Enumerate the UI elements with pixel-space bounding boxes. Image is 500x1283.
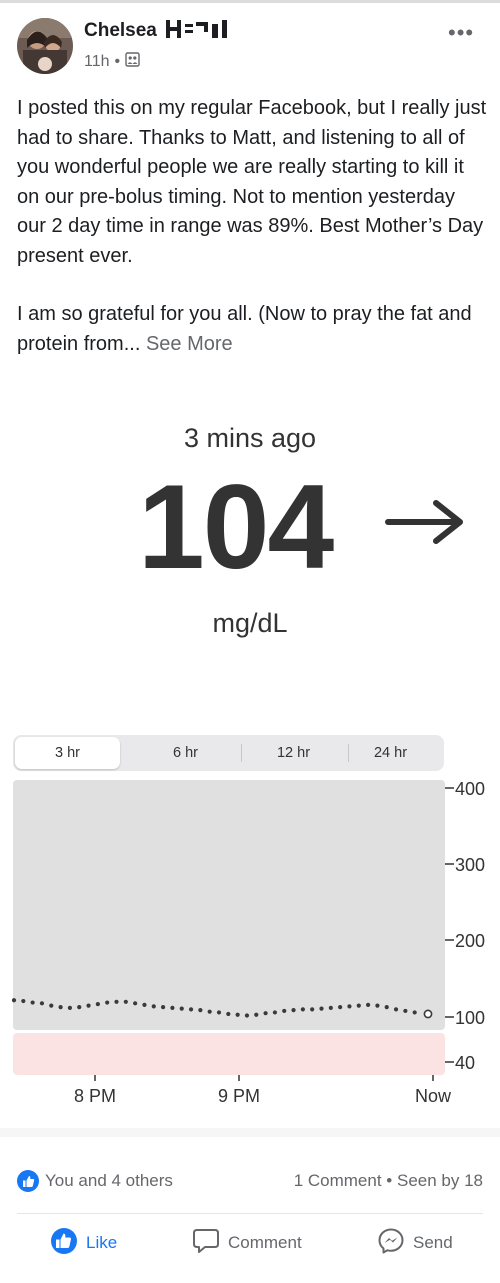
send-label: Send [413,1233,453,1252]
data-point [291,1008,296,1013]
post-paragraph-2: I am so grateful for you all. (Now to pr… [17,300,487,359]
data-point [310,1007,315,1012]
data-point [114,999,119,1004]
data-point [67,1005,73,1010]
data-point [254,1012,259,1017]
glucose-reading: 104 [138,460,334,594]
range-tab-6hr[interactable]: 6 hr [133,735,238,771]
comment-button[interactable]: Comment [192,1228,302,1258]
range-tab-3hr[interactable]: 3 hr [15,737,120,769]
data-point [263,1011,268,1016]
post-time[interactable]: 11h [84,53,110,71]
comment-icon [192,1227,220,1260]
data-point [58,1005,63,1010]
section-divider [0,1128,500,1137]
reaction-count-text: You and 4 others [45,1171,173,1190]
see-more-link[interactable]: See More [146,333,233,355]
data-point [105,1000,110,1005]
like-icon [50,1227,78,1260]
seen-count[interactable]: Seen by 18 [397,1171,483,1190]
glucose-unit: mg/dL [212,608,288,638]
y-tick-label: 300 [455,855,485,875]
plot-background [13,780,445,1030]
like-reaction-icon [17,1170,39,1192]
data-point [179,1006,184,1011]
data-point [160,1005,166,1010]
avatar[interactable] [17,18,73,74]
glucose-chart: 400 300 200 100 40 8 PM 9 PM Now [11,779,485,1106]
action-divider [17,1213,483,1214]
group-audience-icon [125,52,140,72]
messenger-icon [377,1227,405,1260]
reading-age: 3 mins ago [183,423,317,453]
data-point [384,1005,389,1010]
data-point [272,1010,278,1015]
data-point [375,1003,380,1008]
data-point [300,1007,305,1012]
low-range-band [13,1033,445,1075]
data-point [403,1008,408,1014]
current-reading-point [423,1009,433,1019]
post-stats: 1 Comment • Seen by 18 [294,1171,483,1191]
like-button[interactable]: Like [50,1227,118,1260]
top-border [0,0,500,3]
data-point [30,1000,35,1005]
post-paragraph-2-text: I am so grateful for you all. (Now to pr… [17,303,472,355]
data-point [235,1012,240,1017]
x-tick-label: Now [415,1086,452,1106]
comment-count[interactable]: 1 Comment [294,1171,382,1190]
time-range-selector: 3 hr 6 hr 12 hr 24 hr [13,735,444,771]
data-point [338,1005,343,1010]
y-tick-label: 400 [455,779,485,799]
data-point [393,1007,399,1012]
range-tab-12hr[interactable]: 12 hr [241,735,346,771]
send-button[interactable]: Send [377,1228,453,1258]
data-point [142,1002,147,1007]
comment-label: Comment [228,1233,302,1252]
reaction-summary[interactable]: You and 4 others [17,1170,173,1192]
data-point [356,1003,361,1008]
arrow-right-icon [384,499,466,550]
x-tick-label: 9 PM [218,1086,260,1106]
data-point [347,1004,352,1009]
data-point [319,1006,324,1011]
data-point [151,1004,156,1009]
stats-separator: • [386,1171,393,1190]
y-tick-label: 40 [455,1053,475,1073]
range-tab-24hr[interactable]: 24 hr [338,735,443,771]
data-point [77,1005,82,1010]
author-name[interactable]: Chelsea [84,20,232,42]
data-point [39,1001,45,1006]
data-point [365,1002,371,1007]
data-point [207,1009,212,1014]
redacted-surname [166,20,232,38]
data-point [282,1008,287,1014]
data-point [11,998,17,1003]
data-point [216,1010,222,1015]
x-tick-label: 8 PM [74,1086,116,1106]
data-point [188,1007,194,1012]
y-tick-label: 200 [455,931,485,951]
data-point [244,1013,250,1018]
like-label: Like [86,1233,118,1252]
data-point [412,1010,417,1015]
author-name-text: Chelsea [84,20,157,41]
data-point [170,1005,175,1010]
meta-separator: • [114,53,121,70]
data-point [123,999,128,1004]
post-paragraph-1: I posted this on my regular Facebook, bu… [17,97,487,267]
data-point [49,1003,54,1008]
post-text: I posted this on my regular Facebook, bu… [17,94,487,359]
data-point [133,1001,138,1006]
data-point [198,1008,203,1013]
data-point [328,1005,333,1010]
data-point [21,998,26,1004]
data-point [86,1003,91,1008]
y-tick-label: 100 [455,1008,485,1028]
more-options-icon[interactable]: ••• [448,22,474,44]
data-point [95,1001,100,1007]
post-meta: 11h • [84,52,140,72]
data-point [226,1011,231,1017]
